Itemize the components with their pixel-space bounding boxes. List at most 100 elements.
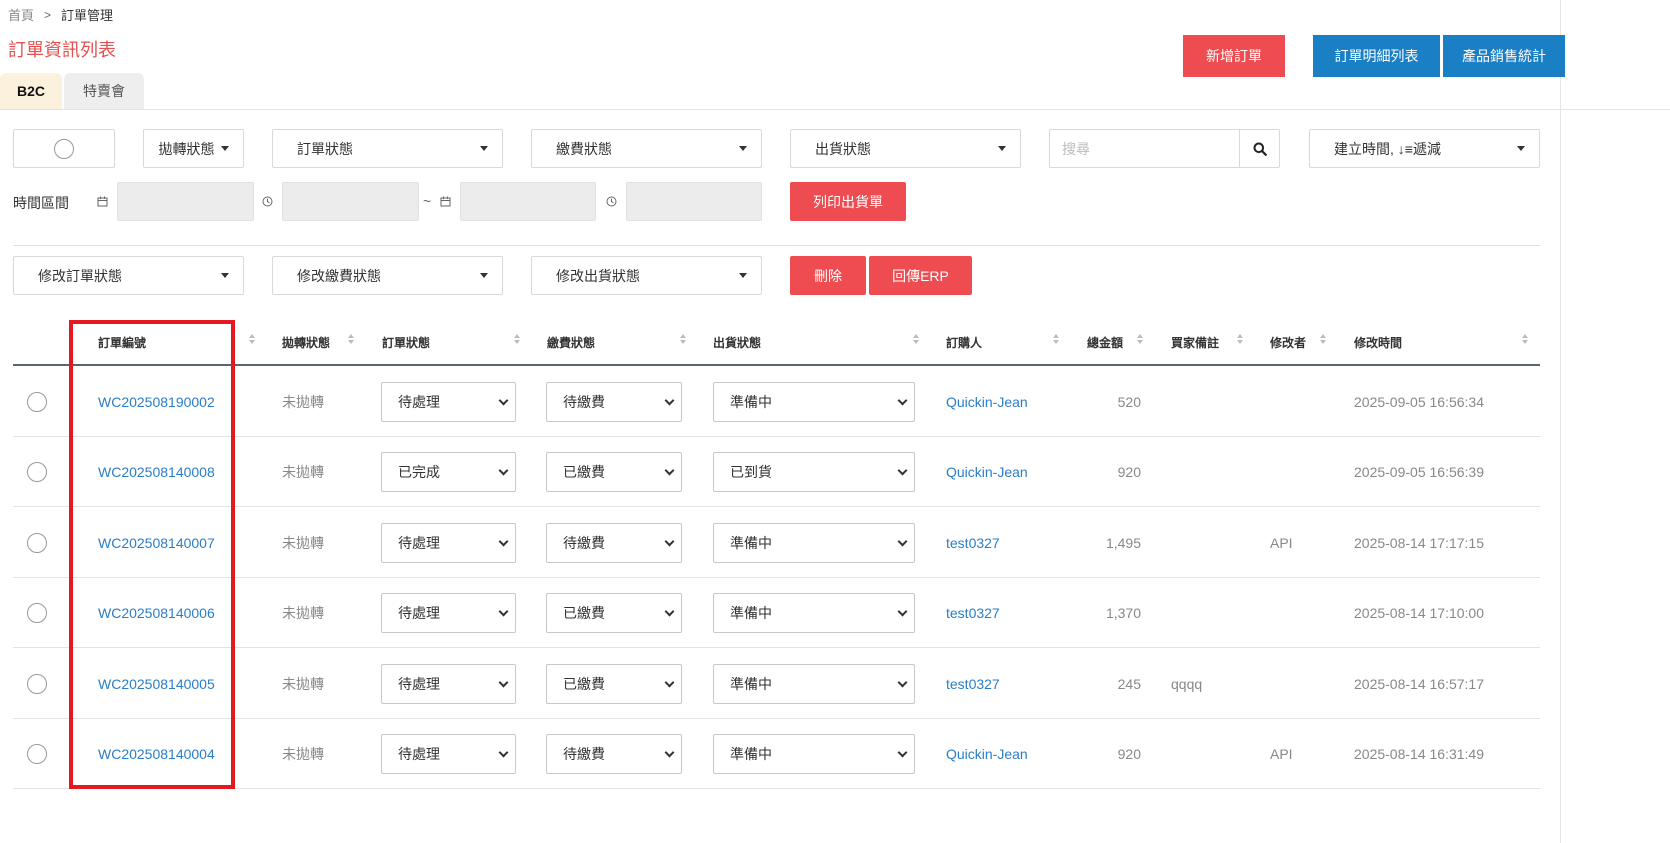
shipping-status-select[interactable]: 準備中 [713, 664, 915, 704]
shipping-status-select[interactable]: 準備中 [713, 734, 915, 774]
edit-shipping-status-dropdown[interactable]: 修改出貨狀態 [531, 256, 762, 295]
payment-status-select[interactable]: 待繳費 [546, 523, 682, 563]
tab-bar: B2C 特賣會 [0, 73, 144, 109]
row-select-radio[interactable] [27, 508, 47, 578]
shipping-status-value: 準備中 [730, 605, 772, 621]
sort-icon[interactable] [1053, 334, 1059, 344]
column-header-transfer[interactable]: 拋轉狀態 [282, 334, 330, 351]
sort-dropdown[interactable]: 建立時間, ↓≡遞減 [1309, 129, 1540, 168]
time-range-label: 時間區間 [13, 195, 69, 211]
search-field[interactable]: 搜尋 [1049, 129, 1280, 168]
sort-icon[interactable] [1237, 334, 1243, 344]
payment-status-select[interactable]: 待繳費 [546, 382, 682, 422]
buyer-link[interactable]: test0327 [946, 508, 1000, 578]
sort-icon[interactable] [348, 334, 354, 344]
payment-status-select[interactable]: 已繳費 [546, 664, 682, 704]
order-status-select[interactable]: 待處理 [381, 382, 516, 422]
shipping-status-value: 已到貨 [730, 464, 772, 480]
buyer-link[interactable]: Quickin-Jean [946, 437, 1028, 507]
transfer-status: 未拋轉 [282, 535, 324, 551]
buyer-link[interactable]: Quickin-Jean [946, 367, 1028, 437]
modifier: API [1270, 746, 1293, 762]
shipping-status-select[interactable]: 已到貨 [713, 452, 915, 492]
row-select-radio[interactable] [27, 578, 47, 648]
buyer-link[interactable]: test0327 [946, 649, 1000, 719]
sort-icon[interactable] [1137, 334, 1143, 344]
column-header-buyer-note[interactable]: 買家備註 [1171, 334, 1219, 351]
shipping-status-filter[interactable]: 出貨狀態 [790, 129, 1021, 168]
end-date-input[interactable] [460, 182, 596, 221]
buyer-link[interactable]: test0327 [946, 578, 1000, 648]
sort-icon[interactable] [680, 334, 686, 344]
table-row: WC202508140008 未拋轉 已完成 已繳費 已到貨 Quickin-J… [13, 437, 1540, 507]
order-status-value: 待處理 [398, 746, 440, 762]
modifier: API [1270, 535, 1293, 551]
payment-status-filter-label: 繳費狀態 [556, 140, 612, 157]
order-status-filter[interactable]: 訂單狀態 [272, 129, 503, 168]
order-status-select[interactable]: 待處理 [381, 664, 516, 704]
column-header-buyer[interactable]: 訂購人 [946, 334, 982, 351]
chevron-down-icon [664, 677, 675, 687]
order-status-select[interactable]: 待處理 [381, 734, 516, 774]
sort-icon[interactable] [514, 334, 520, 344]
transfer-status-dropdown[interactable]: 拋轉狀態 [143, 129, 244, 168]
column-header-order-status[interactable]: 訂單狀態 [382, 334, 430, 351]
table-row: WC202508140004 未拋轉 待處理 待繳費 準備中 Quickin-J… [13, 719, 1540, 789]
row-select-radio[interactable] [27, 719, 47, 789]
sort-icon[interactable] [913, 334, 919, 344]
clock-icon [606, 196, 617, 207]
row-select-radio[interactable] [27, 649, 47, 719]
calendar-icon [440, 196, 451, 207]
start-date-input[interactable] [117, 182, 254, 221]
sort-icon[interactable] [1522, 334, 1528, 344]
order-status-select[interactable]: 待處理 [381, 523, 516, 563]
order-total: 920 [1117, 464, 1141, 480]
row-select-radio[interactable] [27, 367, 47, 437]
modified-time: 2025-08-14 16:57:17 [1354, 676, 1484, 692]
delete-button[interactable]: 刪除 [790, 256, 866, 295]
new-order-button[interactable]: 新增訂單 [1183, 35, 1285, 77]
select-all-toggle[interactable] [13, 129, 115, 168]
transfer-status-label: 拋轉狀態 [158, 140, 215, 157]
breadcrumb: 首頁 > 訂單管理 [8, 5, 113, 24]
column-header-total[interactable]: 總金額 [1087, 334, 1123, 351]
payment-status-select[interactable]: 已繳費 [546, 452, 682, 492]
order-status-select[interactable]: 待處理 [381, 593, 516, 633]
column-header-shipping[interactable]: 出貨狀態 [713, 334, 761, 351]
page-title: 訂單資訊列表 [8, 40, 116, 60]
section-divider [13, 245, 1540, 246]
shipping-status-value: 準備中 [730, 746, 772, 762]
shipping-status-select[interactable]: 準備中 [713, 382, 915, 422]
order-detail-list-button[interactable]: 訂單明細列表 [1313, 35, 1440, 77]
print-shipping-button[interactable]: 列印出貨單 [790, 182, 906, 221]
start-time-input[interactable] [282, 182, 419, 221]
shipping-status-select[interactable]: 準備中 [713, 593, 915, 633]
send-erp-button[interactable]: 回傳ERP [869, 256, 972, 295]
breadcrumb-home[interactable]: 首頁 [8, 5, 34, 24]
product-sales-stats-button[interactable]: 產品銷售統計 [1443, 35, 1565, 77]
column-header-payment[interactable]: 繳費狀態 [547, 334, 595, 351]
column-header-modified-time[interactable]: 修改時間 [1354, 334, 1402, 351]
end-time-input[interactable] [626, 182, 762, 221]
search-button[interactable] [1239, 130, 1279, 167]
modified-time: 2025-09-05 16:56:39 [1354, 464, 1484, 480]
sort-icon[interactable] [249, 334, 255, 344]
payment-status-filter[interactable]: 繳費狀態 [531, 129, 762, 168]
chevron-down-icon [897, 395, 908, 405]
edit-order-status-dropdown[interactable]: 修改訂單狀態 [13, 256, 244, 295]
order-status-value: 待處理 [398, 605, 440, 621]
tab-special-sale[interactable]: 特賣會 [64, 73, 144, 109]
column-header-modifier[interactable]: 修改者 [1270, 334, 1306, 351]
payment-status-value: 已繳費 [563, 605, 605, 621]
order-status-select[interactable]: 已完成 [381, 452, 516, 492]
search-input[interactable]: 搜尋 [1062, 139, 1090, 159]
buyer-link[interactable]: Quickin-Jean [946, 719, 1028, 789]
edit-payment-status-dropdown[interactable]: 修改繳費狀態 [272, 256, 503, 295]
sort-icon[interactable] [1320, 334, 1326, 344]
payment-status-select[interactable]: 已繳費 [546, 593, 682, 633]
order-total: 245 [1117, 676, 1141, 692]
tab-b2c[interactable]: B2C [0, 73, 62, 109]
shipping-status-select[interactable]: 準備中 [713, 523, 915, 563]
payment-status-select[interactable]: 待繳費 [546, 734, 682, 774]
row-select-radio[interactable] [27, 437, 47, 507]
